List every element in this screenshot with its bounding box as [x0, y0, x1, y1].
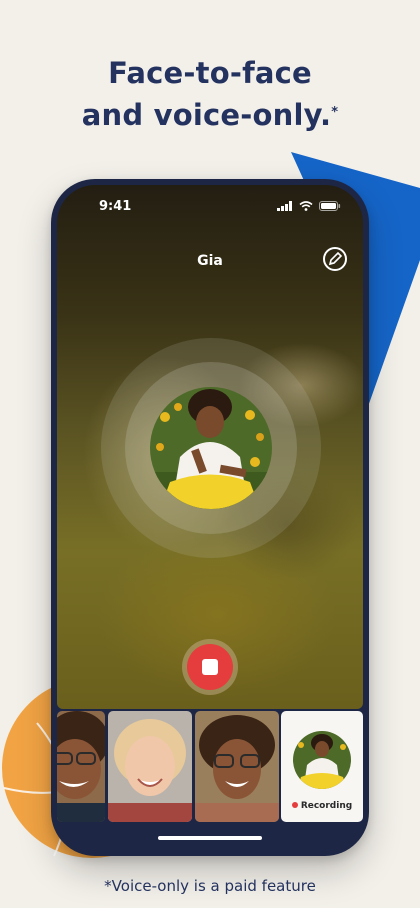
stop-icon — [202, 659, 218, 675]
recording-label: Recording — [300, 801, 353, 811]
home-indicator[interactable] — [158, 836, 262, 840]
participant-tile-1[interactable] — [57, 711, 105, 822]
edit-button[interactable] — [323, 247, 347, 271]
footnote: *Voice-only is a paid feature — [104, 877, 316, 895]
headline-line-2: and voice-only.* — [0, 94, 420, 136]
signal-icon — [277, 201, 292, 211]
battery-icon — [319, 201, 341, 211]
record-button-fill — [187, 644, 233, 690]
caller-photo — [150, 387, 272, 509]
headline-asterisk: * — [331, 105, 339, 120]
participant-tile-3[interactable] — [195, 711, 279, 822]
participant-tile-2[interactable] — [108, 711, 192, 822]
participant-strip: Recording — [57, 711, 363, 822]
participant-photo-2 — [108, 711, 192, 822]
status-time: 9:41 — [99, 199, 132, 214]
caller-name: Gia — [197, 253, 223, 269]
participant-photo-3 — [195, 711, 279, 822]
participant-photo-1 — [57, 711, 105, 822]
status-bar: 9:41 — [57, 185, 363, 229]
phone-frame: 9:41 Gia Recording — [51, 179, 369, 856]
headline-line-1: Face-to-face — [108, 56, 312, 90]
headline: Face-to-face and voice-only.* — [0, 52, 420, 136]
stop-recording-button[interactable] — [182, 639, 238, 695]
wifi-icon — [299, 201, 313, 211]
self-tile[interactable]: Recording — [281, 711, 363, 822]
self-avatar — [293, 731, 351, 789]
status-icons — [277, 201, 341, 211]
recording-status: Recording — [281, 801, 363, 811]
self-photo — [293, 731, 351, 789]
recording-dot-icon — [291, 801, 298, 808]
pencil-icon — [328, 251, 343, 266]
headline-line-2-text: and voice-only. — [81, 98, 332, 132]
call-screen: 9:41 Gia — [57, 185, 363, 709]
caller-avatar — [150, 387, 272, 509]
